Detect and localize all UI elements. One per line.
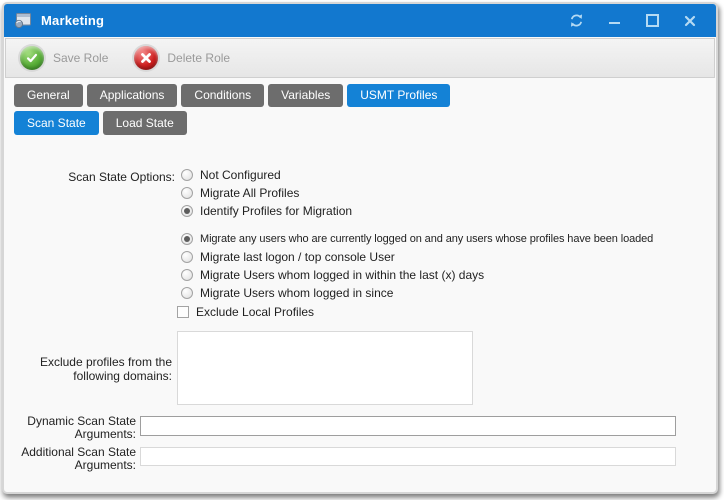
radio-not-configured[interactable]: Not Configured	[181, 166, 352, 184]
delete-role-button[interactable]: Delete Role	[134, 46, 230, 70]
sub-tabs: Scan State Load State	[14, 111, 187, 135]
main-tabs: General Applications Conditions Variable…	[14, 84, 450, 107]
radio-button[interactable]	[181, 287, 193, 299]
tab-load-state[interactable]: Load State	[103, 111, 187, 135]
scan-state-options-group: Not Configured Migrate All Profiles Iden…	[181, 166, 352, 220]
dynamic-args-label: Dynamic Scan State Arguments:	[4, 415, 136, 441]
radio-button[interactable]	[181, 233, 193, 245]
radio-label: Identify Profiles for Migration	[200, 204, 352, 218]
radio-migrate-last-logon[interactable]: Migrate last logon / top console User	[181, 248, 653, 266]
radio-button[interactable]	[181, 187, 193, 199]
radio-label: Not Configured	[200, 168, 281, 182]
toolbar: Save Role Delete Role	[5, 38, 715, 78]
tab-variables[interactable]: Variables	[268, 84, 343, 107]
titlebar-controls	[568, 13, 706, 29]
tab-scan-state[interactable]: Scan State	[14, 111, 99, 135]
tab-general[interactable]: General	[14, 84, 83, 107]
save-role-label: Save Role	[53, 51, 108, 65]
refresh-icon[interactable]	[568, 13, 584, 29]
maximize-icon[interactable]	[644, 13, 660, 29]
green-check-circle-icon	[20, 46, 44, 70]
additional-args-label: Additional Scan State Arguments:	[4, 446, 136, 472]
radio-button[interactable]	[181, 205, 193, 217]
exclude-domains-label-line1: Exclude profiles from the	[4, 355, 172, 369]
checkbox[interactable]	[177, 306, 189, 318]
close-icon[interactable]	[682, 13, 698, 29]
exclude-local-profiles-row: Exclude Local Profiles	[177, 303, 314, 321]
tab-applications[interactable]: Applications	[87, 84, 178, 107]
exclude-domains-label-line2: following domains:	[4, 369, 172, 383]
dynamic-args-label-line2: Arguments:	[4, 428, 136, 441]
save-role-button[interactable]: Save Role	[20, 46, 108, 70]
exclude-local-profiles-checkbox-row[interactable]: Exclude Local Profiles	[177, 303, 314, 321]
checkbox-label: Exclude Local Profiles	[196, 305, 314, 319]
exclude-domains-textarea[interactable]	[177, 331, 473, 405]
radio-migrate-logged-on-users[interactable]: Migrate any users who are currently logg…	[181, 230, 653, 248]
radio-button[interactable]	[181, 251, 193, 263]
exclude-domains-label: Exclude profiles from the following doma…	[4, 355, 172, 383]
radio-label: Migrate Users whom logged in since	[200, 286, 393, 300]
radio-label: Migrate any users who are currently logg…	[200, 233, 653, 245]
dynamic-args-input[interactable]	[140, 416, 676, 436]
radio-migrate-last-x-days[interactable]: Migrate Users whom logged in within the …	[181, 266, 653, 284]
radio-migrate-all-profiles[interactable]: Migrate All Profiles	[181, 184, 352, 202]
titlebar: Marketing	[4, 4, 716, 37]
migration-mode-group: Migrate any users who are currently logg…	[181, 230, 653, 302]
delete-role-label: Delete Role	[167, 51, 230, 65]
dialog-window: Marketing	[2, 2, 718, 494]
radio-migrate-since[interactable]: Migrate Users whom logged in since	[181, 284, 653, 302]
tab-conditions[interactable]: Conditions	[181, 84, 264, 107]
radio-button[interactable]	[181, 269, 193, 281]
radio-identify-profiles[interactable]: Identify Profiles for Migration	[181, 202, 352, 220]
app-window-icon	[14, 12, 33, 29]
radio-button[interactable]	[181, 169, 193, 181]
scan-state-options-label: Scan State Options:	[4, 171, 175, 184]
window-title: Marketing	[41, 13, 104, 28]
tab-usmt-profiles[interactable]: USMT Profiles	[347, 84, 450, 107]
radio-label: Migrate All Profiles	[200, 186, 299, 200]
additional-args-input[interactable]	[140, 447, 676, 466]
red-x-circle-icon	[134, 46, 158, 70]
radio-label: Migrate last logon / top console User	[200, 250, 395, 264]
additional-args-label-line2: Arguments:	[4, 459, 136, 472]
minimize-icon[interactable]	[606, 13, 622, 29]
radio-label: Migrate Users whom logged in within the …	[200, 268, 484, 282]
